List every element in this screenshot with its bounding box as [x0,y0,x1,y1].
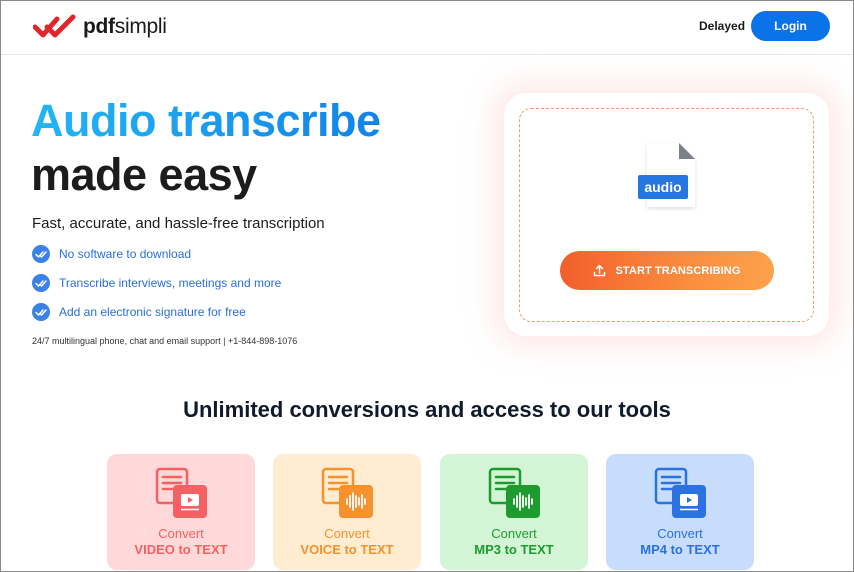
tool-card-mp3-to-text[interactable]: Convert MP3 to TEXT [440,454,588,570]
feature-label: No software to download [59,247,192,261]
tool-card-voice-to-text[interactable]: Convert VOICE to TEXT [273,454,421,570]
feature-label: Add an electronic signature for free [59,305,246,319]
tool-name-label: MP3 to TEXT [474,542,554,557]
pdfsimpli-logo[interactable]: pdfsimpli [33,13,167,41]
file-type-badge: audio [638,175,688,199]
tool-convert-label: Convert [158,526,204,541]
tool-convert-label: Convert [324,526,370,541]
tools-section-title: Unlimited conversions and access to our … [183,397,671,422]
status-label: Delayed [699,19,746,33]
tool-card-video-to-text[interactable]: Convert VIDEO to TEXT [107,454,255,570]
login-button[interactable]: Login [751,11,830,41]
tool-convert-label: Convert [491,526,537,541]
feature-item: Add an electronic signature for free [32,303,281,321]
start-transcribing-label: START TRANSCRIBING [615,264,741,277]
top-header: pdfsimpli Delayed Login [1,1,853,55]
voice-to-text-icon [321,467,373,518]
feature-item: Transcribe interviews, meetings and more [32,274,281,292]
logo-check-icon [33,14,76,38]
tool-name-label: VOICE to TEXT [300,542,394,557]
start-transcribing-button[interactable]: START TRANSCRIBING [560,251,774,290]
feature-item: No software to download [32,245,281,263]
hero-subtitle: Fast, accurate, and hassle-free transcri… [32,215,325,232]
support-info: 24/7 multilingual phone, chat and email … [32,336,298,346]
feature-label: Transcribe interviews, meetings and more [59,276,282,290]
hero-title-line1: Audio transcribe [31,95,381,146]
tool-name-label: VIDEO to TEXT [134,542,228,557]
tool-name-label: MP4 to TEXT [640,542,720,557]
tool-card-mp4-to-text[interactable]: Convert MP4 to TEXT [606,454,754,570]
double-check-icon [32,245,50,263]
upload-icon [593,264,606,277]
tool-convert-label: Convert [657,526,703,541]
logo-text: pdfsimpli [83,15,167,38]
video-to-text-icon [155,467,207,518]
mp4-to-text-icon [654,467,706,518]
mp3-to-text-icon [488,467,540,518]
double-check-icon [32,274,50,292]
feature-list: No software to download Transcribe inter… [32,245,281,332]
double-check-icon [32,303,50,321]
hero-title-line2: made easy [31,149,257,200]
